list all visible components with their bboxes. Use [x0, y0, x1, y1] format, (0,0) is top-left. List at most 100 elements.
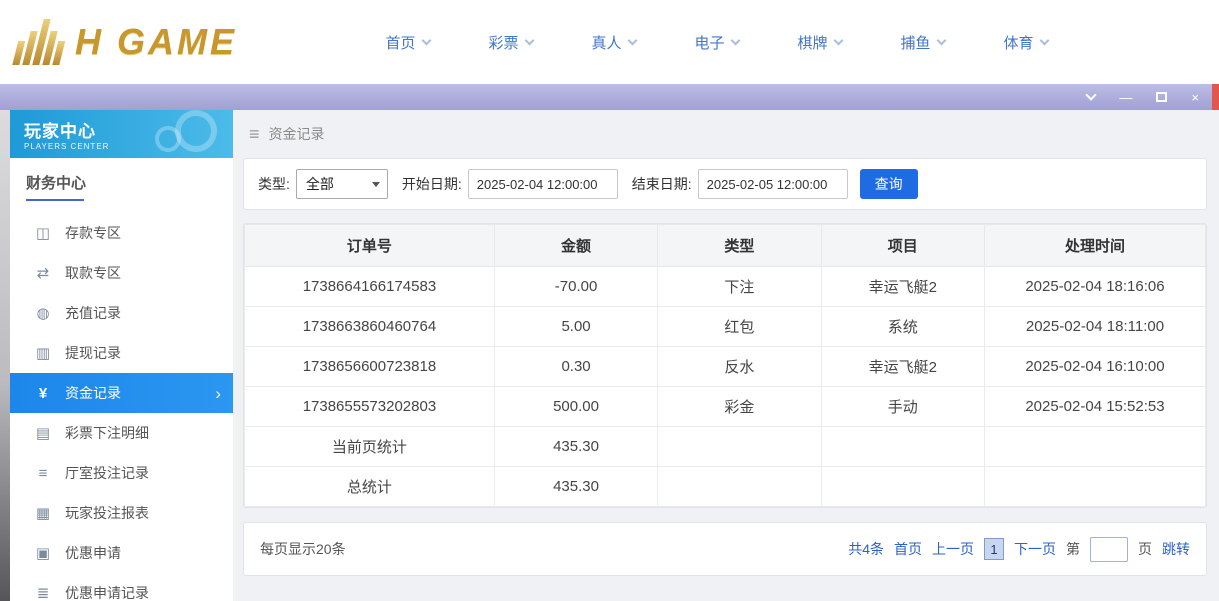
logo[interactable]: H GAME — [18, 19, 308, 65]
table-row: 1738663860460764 5.00 红包 系统 2025-02-04 1… — [245, 307, 1206, 347]
window-dropdown-icon[interactable] — [1086, 89, 1097, 100]
table-cell: 总统计 — [245, 467, 495, 507]
table-cell: 当前页统计 — [245, 427, 495, 467]
sidebar: 玩家中心 PLAYERS CENTER 财务中心 ◫存款专区 ⇄取款专区 ◍充值… — [10, 110, 233, 601]
records-table-card: 订单号 金额 类型 项目 处理时间 1738664166174583 -70.0… — [243, 223, 1207, 508]
window-close-icon[interactable]: × — [1191, 91, 1199, 104]
start-date-label: 开始日期: — [402, 174, 462, 194]
screen: H GAME 首页 彩票 真人 电子 棋牌 捕鱼 体育 — × 玩家中心 PLA… — [0, 0, 1219, 601]
controller-icon — [155, 126, 181, 152]
sidebar-item-funds-records[interactable]: ¥ 资金记录 › — [10, 373, 233, 413]
end-date-input[interactable] — [698, 169, 848, 199]
jump-prefix-label: 第 — [1066, 539, 1080, 559]
window-minimize-icon[interactable]: — — [1119, 91, 1132, 104]
nav-item-label: 电子 — [694, 32, 724, 53]
logo-icon — [12, 19, 70, 65]
current-page-badge[interactable]: 1 — [984, 538, 1004, 560]
table-cell: 2025-02-04 16:10:00 — [984, 347, 1205, 387]
nav-item-sports[interactable]: 体育 — [974, 0, 1077, 84]
nav-item-label: 体育 — [1003, 32, 1033, 53]
menu-icon: ≡ — [249, 124, 260, 145]
jump-button[interactable]: 跳转 — [1162, 539, 1190, 559]
table-cell — [984, 427, 1205, 467]
nav-item-home[interactable]: 首页 — [356, 0, 459, 84]
sidebar-item-promo-application[interactable]: ▣ 优惠申请 — [10, 533, 233, 573]
sidebar-item-label: 存款专区 — [65, 223, 121, 243]
table-cell: 1738663860460764 — [245, 307, 495, 347]
sidebar-item-label: 彩票下注明细 — [65, 423, 149, 443]
jump-suffix-label: 页 — [1138, 539, 1152, 559]
window-maximize-icon[interactable] — [1156, 92, 1167, 102]
sidebar-item-deposit-zone[interactable]: ◫ 存款专区 — [10, 213, 233, 253]
column-header-type: 类型 — [658, 225, 821, 267]
nav-item-label: 真人 — [591, 32, 621, 53]
table-cell — [984, 467, 1205, 507]
table-cell: 435.30 — [494, 427, 657, 467]
sidebar-item-withdraw-zone[interactable]: ⇄取款专区 — [10, 253, 233, 293]
sidebar-item-label: 玩家投注报表 — [65, 503, 149, 523]
chevron-down-icon — [936, 35, 946, 45]
report-icon: ▦ — [34, 504, 52, 522]
table-cell: 1738656600723818 — [245, 347, 495, 387]
chevron-down-icon — [1039, 35, 1049, 45]
table-cell: -70.00 — [494, 267, 657, 307]
start-date-input[interactable] — [468, 169, 618, 199]
table-row: 1738655573202803 500.00 彩金 手动 2025-02-04… — [245, 387, 1206, 427]
sidebar-item-label: 优惠申请记录 — [65, 583, 149, 601]
type-select[interactable]: 全部 — [296, 169, 388, 199]
bank-card-icon: ◫ — [34, 224, 52, 242]
gift-icon: ▣ — [34, 544, 52, 562]
sidebar-menu: ◫ 存款专区 ⇄取款专区 ◍充值记录 ▥提现记录 ¥ 资金记录 › ▤ 彩票下注明细 ≡… — [10, 203, 233, 601]
table-cell — [658, 427, 821, 467]
sidebar-item-label: 资金记录 — [65, 383, 121, 403]
sidebar-item-withdrawal-records[interactable]: ▥提现记录 — [10, 333, 233, 373]
table-cell: 2025-02-04 15:52:53 — [984, 387, 1205, 427]
nav-item-label: 首页 — [385, 32, 415, 53]
column-header-amount: 金额 — [494, 225, 657, 267]
table-cell: 2025-02-04 18:11:00 — [984, 307, 1205, 347]
chevron-right-icon: › — [215, 385, 221, 402]
table-cell: 500.00 — [494, 387, 657, 427]
table-cell: 系统 — [821, 307, 984, 347]
column-header-project: 项目 — [821, 225, 984, 267]
records-icon: ≣ — [34, 584, 52, 601]
sidebar-item-hall-bet-records[interactable]: ≡ 厅室投注记录 — [10, 453, 233, 493]
sidebar-header: 玩家中心 PLAYERS CENTER — [10, 110, 233, 158]
chevron-down-icon — [372, 182, 380, 187]
total-count: 共4条 — [848, 539, 884, 559]
sidebar-item-label: 优惠申请 — [65, 543, 121, 563]
nav-item-chess[interactable]: 棋牌 — [768, 0, 871, 84]
search-button[interactable]: 查询 — [860, 169, 918, 199]
breadcrumb: ≡ 资金记录 — [243, 110, 1207, 158]
money-bag-icon: ◍ — [34, 304, 52, 322]
nav-item-live[interactable]: 真人 — [562, 0, 665, 84]
table-cell — [821, 467, 984, 507]
nav-item-lottery[interactable]: 彩票 — [459, 0, 562, 84]
table-cell: 手动 — [821, 387, 984, 427]
app-body: 玩家中心 PLAYERS CENTER 财务中心 ◫存款专区 ⇄取款专区 ◍充值… — [0, 110, 1219, 601]
chevron-down-icon — [627, 35, 637, 45]
funds-icon: ¥ — [34, 385, 52, 402]
first-page-link[interactable]: 首页 — [894, 539, 922, 559]
nav-item-fishing[interactable]: 捕鱼 — [871, 0, 974, 84]
prev-page-link[interactable]: 上一页 — [932, 539, 974, 559]
next-page-link[interactable]: 下一页 — [1014, 539, 1056, 559]
page-jump-input[interactable] — [1090, 537, 1128, 562]
sidebar-item-lottery-bet-details[interactable]: ▤ 彩票下注明细 — [10, 413, 233, 453]
sidebar-item-recharge-records[interactable]: ◍充值记录 — [10, 293, 233, 333]
document-icon: ▤ — [34, 424, 52, 442]
table-row-grand-total: 总统计 435.30 — [245, 467, 1206, 507]
list-icon: ≡ — [34, 465, 52, 482]
table-cell: 反水 — [658, 347, 821, 387]
type-select-value: 全部 — [306, 174, 334, 194]
table-cell: 1738655573202803 — [245, 387, 495, 427]
window-title-bar: — × — [0, 84, 1219, 110]
top-header: H GAME 首页 彩票 真人 电子 棋牌 捕鱼 体育 — [0, 0, 1219, 84]
sidebar-item-player-bet-report[interactable]: ▦ 玩家投注报表 — [10, 493, 233, 533]
sidebar-item-label: 厅室投注记录 — [65, 463, 149, 483]
nav-item-slots[interactable]: 电子 — [665, 0, 768, 84]
table-row-page-total: 当前页统计 435.30 — [245, 427, 1206, 467]
per-page-info: 每页显示20条 — [260, 539, 346, 559]
table-cell: 1738664166174583 — [245, 267, 495, 307]
sidebar-item-promo-application-records[interactable]: ≣ 优惠申请记录 — [10, 573, 233, 601]
